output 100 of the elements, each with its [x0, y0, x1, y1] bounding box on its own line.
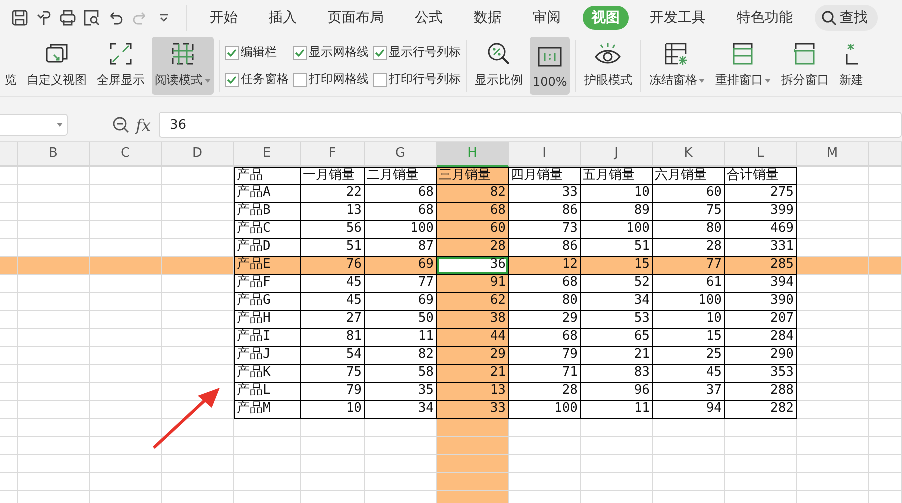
table-header-cell[interactable]: 一月销量	[301, 167, 365, 185]
grid-cell[interactable]	[90, 293, 162, 311]
table-cell[interactable]: 79	[301, 383, 365, 401]
grid-cell[interactable]	[869, 221, 902, 239]
grid-cell[interactable]	[869, 437, 902, 455]
table-cell[interactable]: 45	[653, 365, 725, 383]
grid-cell[interactable]	[0, 311, 18, 329]
grid-cell[interactable]	[18, 401, 90, 419]
table-cell[interactable]: 产品M	[234, 401, 301, 419]
grid-cell[interactable]	[0, 473, 18, 491]
grid-cell[interactable]	[90, 455, 162, 473]
table-cell[interactable]: 390	[725, 293, 797, 311]
grid-cell[interactable]	[162, 329, 234, 347]
grid-cell[interactable]	[0, 347, 18, 365]
grid-cell[interactable]	[797, 455, 869, 473]
table-cell[interactable]: 28	[509, 383, 581, 401]
grid-cell[interactable]	[234, 419, 301, 437]
grid-cell[interactable]	[869, 293, 902, 311]
grid-cell[interactable]	[0, 455, 18, 473]
grid-cell[interactable]	[365, 473, 437, 491]
ribbon-button[interactable]: 阅读模式	[152, 37, 214, 95]
grid-cell[interactable]	[797, 437, 869, 455]
table-cell[interactable]: 75	[653, 203, 725, 221]
table-cell[interactable]: 68	[509, 275, 581, 293]
table-cell[interactable]: 100	[365, 221, 437, 239]
name-box[interactable]	[0, 114, 68, 136]
grid-cell[interactable]	[365, 437, 437, 455]
table-cell[interactable]: 50	[365, 311, 437, 329]
grid-cell[interactable]	[869, 311, 902, 329]
grid-cell[interactable]	[18, 383, 90, 401]
table-cell[interactable]: 77	[365, 275, 437, 293]
grid-cell[interactable]	[0, 257, 18, 275]
table-cell[interactable]: 82	[365, 347, 437, 365]
menu-tab[interactable]: 插入	[260, 6, 306, 30]
grid-cell[interactable]	[797, 401, 869, 419]
grid-cell[interactable]	[869, 275, 902, 293]
grid-cell[interactable]	[797, 311, 869, 329]
grid-cell[interactable]	[18, 185, 90, 203]
ribbon-button[interactable]: 全屏显示	[94, 37, 148, 95]
table-cell[interactable]: 68	[365, 185, 437, 203]
grid-cell[interactable]	[437, 419, 509, 437]
grid-cell[interactable]	[581, 437, 653, 455]
table-cell[interactable]: 60	[437, 221, 509, 239]
table-cell[interactable]: 12	[509, 257, 581, 275]
grid-cell[interactable]	[797, 419, 869, 437]
grid-cell[interactable]	[0, 185, 18, 203]
table-cell[interactable]: 11	[581, 401, 653, 419]
table-cell[interactable]: 53	[581, 311, 653, 329]
table-cell[interactable]: 284	[725, 329, 797, 347]
table-cell[interactable]: 61	[653, 275, 725, 293]
ribbon-button[interactable]: 100%	[530, 37, 570, 95]
table-cell[interactable]: 28	[653, 239, 725, 257]
table-cell[interactable]: 100	[581, 221, 653, 239]
grid-cell[interactable]	[0, 275, 18, 293]
table-cell[interactable]: 29	[437, 347, 509, 365]
menu-tab[interactable]: 开始	[201, 6, 247, 30]
grid-cell[interactable]	[301, 455, 365, 473]
table-header-cell[interactable]: 五月销量	[581, 167, 653, 185]
table-cell[interactable]: 产品C	[234, 221, 301, 239]
table-cell[interactable]: 353	[725, 365, 797, 383]
grid-cell[interactable]	[162, 347, 234, 365]
table-cell[interactable]: 69	[365, 257, 437, 275]
table-cell[interactable]: 28	[437, 239, 509, 257]
menu-tab[interactable]: 审阅	[524, 6, 570, 30]
ribbon-button[interactable]: 拆分窗口	[778, 37, 832, 95]
grid-cell[interactable]	[162, 293, 234, 311]
table-cell[interactable]: 产品I	[234, 329, 301, 347]
grid-cell[interactable]	[90, 185, 162, 203]
table-cell[interactable]: 产品L	[234, 383, 301, 401]
grid-cell[interactable]	[18, 437, 90, 455]
checkbox[interactable]: 显示行号列标	[373, 44, 461, 61]
table-header-cell[interactable]: 六月销量	[653, 167, 725, 185]
grid-cell[interactable]	[797, 293, 869, 311]
table-cell[interactable]: 87	[365, 239, 437, 257]
grid-cell[interactable]	[18, 221, 90, 239]
table-cell[interactable]: 275	[725, 185, 797, 203]
grid-cell[interactable]	[0, 293, 18, 311]
grid-cell[interactable]	[0, 329, 18, 347]
search-button[interactable]: 查找	[815, 5, 878, 31]
grid-cell[interactable]	[869, 347, 902, 365]
table-cell[interactable]: 36	[437, 257, 509, 275]
grid-cell[interactable]	[509, 437, 581, 455]
table-cell[interactable]: 285	[725, 257, 797, 275]
grid-cell[interactable]	[90, 473, 162, 491]
table-cell[interactable]: 13	[437, 383, 509, 401]
table-header-cell[interactable]: 二月销量	[365, 167, 437, 185]
grid-cell[interactable]	[869, 383, 902, 401]
grid-cell[interactable]	[869, 203, 902, 221]
table-cell[interactable]: 77	[653, 257, 725, 275]
table-cell[interactable]: 21	[581, 347, 653, 365]
grid-cell[interactable]	[797, 347, 869, 365]
grid-cell[interactable]	[301, 419, 365, 437]
grid-cell[interactable]	[653, 437, 725, 455]
grid-cell[interactable]	[869, 185, 902, 203]
table-cell[interactable]: 45	[301, 293, 365, 311]
grid-cell[interactable]	[869, 419, 902, 437]
grid-cell[interactable]	[162, 167, 234, 185]
grid-cell[interactable]	[90, 383, 162, 401]
grid-cell[interactable]	[797, 473, 869, 491]
grid-cell[interactable]	[162, 419, 234, 437]
